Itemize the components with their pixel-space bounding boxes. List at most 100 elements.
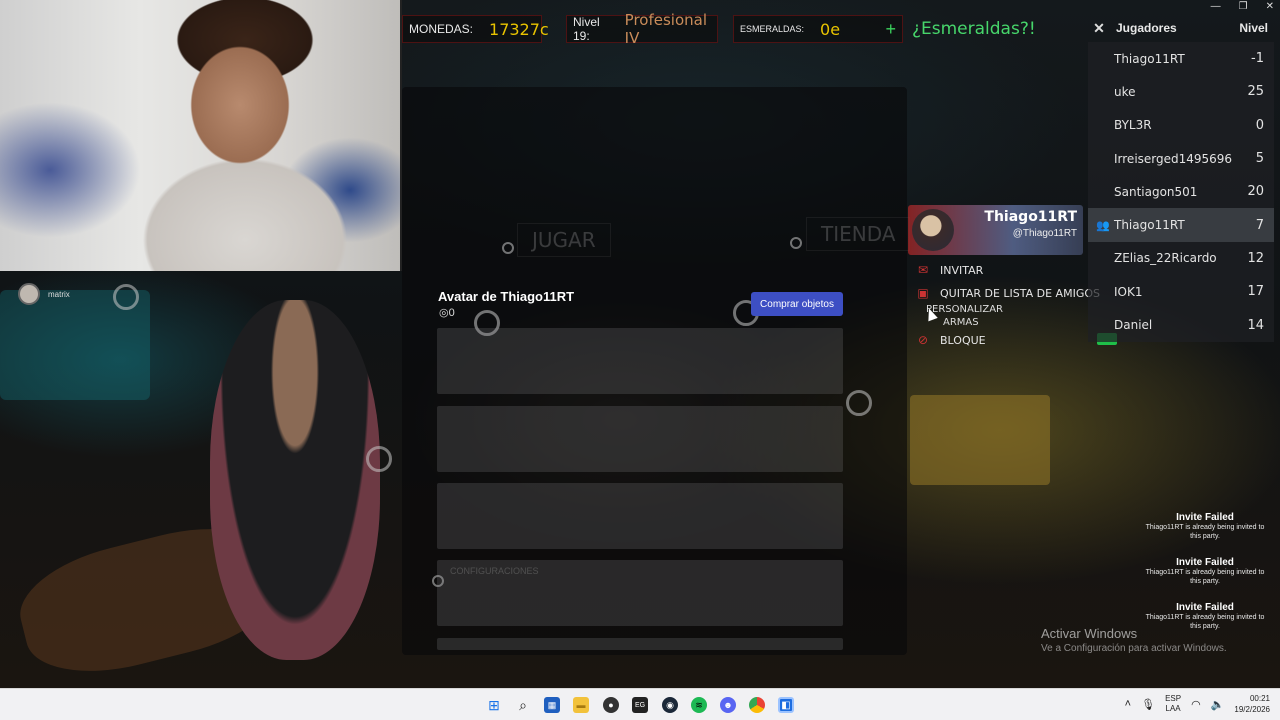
level-indicator: Nivel 19: Profesional IV <box>566 11 718 47</box>
avatar-slot[interactable] <box>437 406 843 472</box>
language-indicator[interactable]: ESP LAA <box>1165 694 1181 714</box>
player-row-selected[interactable]: 👥 Thiago11RT 7 <box>1088 208 1274 242</box>
scene-character <box>210 300 380 660</box>
ring-marker <box>502 242 514 254</box>
play-tab[interactable]: JUGAR <box>517 223 611 257</box>
level-rank: Profesional IV <box>624 11 707 47</box>
minimize-icon[interactable]: — <box>1211 1 1221 12</box>
epic-games-icon[interactable]: EG <box>632 697 648 713</box>
stream-user-chip: matrix <box>18 283 70 305</box>
clock[interactable]: 00:21 19/2/2026 <box>1234 693 1270 715</box>
ring-marker <box>113 284 139 310</box>
ring-marker <box>366 446 392 472</box>
player-row[interactable]: Thiago11RT -1 <box>1088 42 1274 76</box>
level-label: Nivel 19: <box>573 15 600 43</box>
block-icon: ⊘ <box>917 333 929 347</box>
player-row[interactable]: IOK1 17 <box>1088 275 1274 309</box>
window-controls: — ❐ ✕ <box>1211 0 1274 12</box>
search-icon[interactable]: ⌕ <box>515 697 531 713</box>
restore-icon[interactable]: ❐ <box>1239 1 1248 12</box>
close-icon[interactable]: ✕ <box>1088 20 1110 37</box>
coins-value: 17327c <box>489 19 549 39</box>
avatar <box>18 283 40 305</box>
player-row[interactable]: BYL3R 0 <box>1088 108 1274 142</box>
notification-title: Invite Failed <box>1176 557 1234 568</box>
player-row[interactable]: ZElias_22Ricardo 12 <box>1088 241 1274 276</box>
player-row[interactable]: Santiagon501 20 <box>1088 175 1274 209</box>
robux-balance: ◎0 <box>439 307 455 319</box>
buy-items-button[interactable]: Comprar objetos <box>751 292 843 316</box>
player-name: Daniel <box>1114 318 1153 333</box>
remove-friend-icon: ▣ <box>917 286 929 300</box>
clock-time: 00:21 <box>1249 694 1270 703</box>
player-name: BYL3R <box>1114 118 1152 133</box>
spotify-icon[interactable]: ≋ <box>691 697 707 713</box>
shop-tab[interactable]: TIENDA <box>806 217 911 251</box>
game-viewport[interactable]: JUGAR TIENDA Avatar de Thiago11RT ◎0 Com… <box>0 0 1280 688</box>
notification-text: Thiago11RT is already being invited to t… <box>1145 524 1265 540</box>
notification-title: Invite Failed <box>1176 602 1234 613</box>
keyboard-layout: LAA <box>1165 704 1181 713</box>
invite-label: INVITAR <box>940 263 984 277</box>
clock-date: 19/2/2026 <box>1234 705 1270 714</box>
settings-caption: CONFIGURACIONES <box>450 566 539 576</box>
player-level: 7 <box>1255 217 1264 233</box>
notification-text: Thiago11RT is already being invited to t… <box>1145 569 1265 585</box>
invite-failed-notification: Invite Failed Thiago11RT is already bein… <box>1140 557 1270 586</box>
ring-marker <box>846 390 872 416</box>
language-code: ESP <box>1165 694 1182 703</box>
player-level: 0 <box>1255 117 1264 133</box>
player-name: IOK1 <box>1114 284 1143 299</box>
close-window-icon[interactable]: ✕ <box>1266 1 1274 12</box>
store-icon[interactable]: ▦ <box>544 697 560 713</box>
avatar-slot[interactable]: CONFIGURACIONES <box>437 560 843 626</box>
player-list: ✕ Jugadores Nivel Thiago11RT -1 uke 25 BYL… <box>1088 14 1274 342</box>
emeralds-value: 0e <box>820 19 841 39</box>
chevron-up-icon[interactable]: ˄ <box>1125 698 1131 710</box>
coins-label: MONEDAS: <box>409 22 474 36</box>
wifi-icon[interactable]: ◠ <box>1191 698 1201 711</box>
emerald-info-link[interactable]: ¿Esmeraldas?! <box>912 19 1036 39</box>
avatar-slot[interactable] <box>437 328 843 394</box>
block-label: BLOQUE <box>940 333 986 347</box>
customize-weapons-option[interactable]: PERSONALIZAR ARMAS <box>926 303 1003 329</box>
start-icon[interactable]: ⊞ <box>486 697 502 713</box>
add-emeralds-button[interactable]: + <box>885 19 902 40</box>
remove-friend-option[interactable]: ▣ QUITAR DE LISTA DE AMIGOS <box>912 286 1100 300</box>
block-option[interactable]: ⊘ BLOQUE <box>912 333 986 347</box>
profile-name: Thiago11RT <box>984 209 1077 225</box>
microphone-icon[interactable]: 🎙 <box>1141 698 1155 711</box>
coins-counter: MONEDAS: 17327c <box>402 15 549 43</box>
avatar-slot[interactable] <box>437 483 843 549</box>
avatar-title: Avatar de Thiago11RT <box>438 289 575 304</box>
activate-windows-watermark: Activar Windows Ve a Configuración para … <box>1041 626 1227 654</box>
player-level: 25 <box>1247 84 1264 100</box>
player-row[interactable]: Daniel 14 <box>1088 308 1274 342</box>
discord-icon[interactable]: ☻ <box>720 697 736 713</box>
volume-icon[interactable]: 🔈 <box>1211 698 1225 711</box>
player-row[interactable]: uke 25 <box>1088 75 1274 109</box>
player-level: -1 <box>1251 51 1264 67</box>
system-tray: ˄ 🎙 ESP LAA ◠ 🔈 00:21 19/2/2026 <box>1125 693 1270 715</box>
roblox-icon[interactable]: ◧ <box>778 697 794 713</box>
customize-label: PERSONALIZAR <box>926 304 1003 315</box>
file-explorer-icon[interactable]: ▬ <box>573 697 589 713</box>
invite-option[interactable]: ✉ INVITAR <box>912 263 983 277</box>
avatar <box>912 209 954 251</box>
avatar-slot[interactable] <box>437 638 843 650</box>
remove-friend-label: QUITAR DE LISTA DE AMIGOS <box>940 286 1100 300</box>
invite-failed-notification: Invite Failed Thiago11RT is already bein… <box>1140 512 1270 541</box>
player-level: 14 <box>1247 317 1264 333</box>
player-name: uke <box>1114 84 1136 99</box>
chrome-icon[interactable] <box>749 697 765 713</box>
steam-icon[interactable]: ◉ <box>662 697 678 713</box>
friends-icon: 👥 <box>1096 218 1110 232</box>
player-name: Irreiserged1495696 <box>1114 151 1233 166</box>
player-row[interactable]: Irreiserged1495696 5 <box>1088 141 1274 176</box>
activate-title: Activar Windows <box>1041 626 1138 641</box>
profile-handle: @Thiago11RT <box>1012 228 1077 239</box>
webcam-overlay <box>0 0 402 271</box>
obs-icon[interactable]: ● <box>603 697 619 713</box>
player-list-title: Jugadores <box>1116 21 1177 35</box>
player-level: 20 <box>1247 184 1264 200</box>
